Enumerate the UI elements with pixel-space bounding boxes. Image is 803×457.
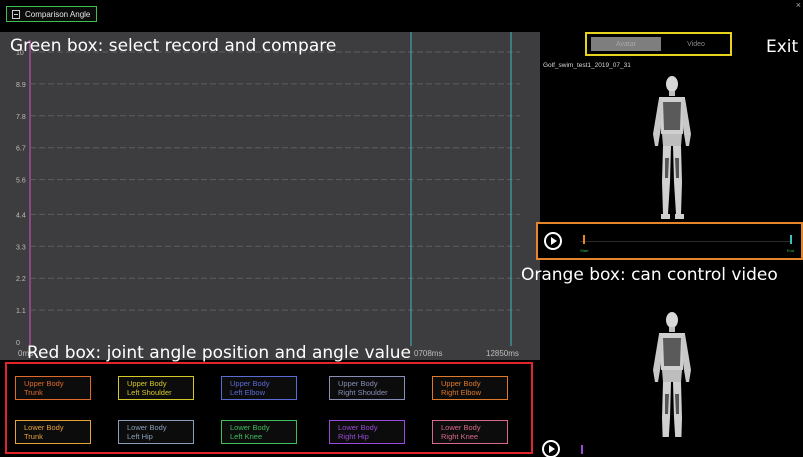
y-tick-label: 7.8 <box>16 114 26 121</box>
joint-part-label: Left Shoulder <box>127 387 172 397</box>
joint-part-label: Right Knee <box>441 431 479 441</box>
x-tick-label: 0708ms <box>414 349 442 358</box>
start-label: Start <box>580 248 589 253</box>
x-tick-label: 12850ms <box>486 349 519 358</box>
view-toggle: Avatar Video <box>585 32 732 56</box>
joint-selector: Upper Body Trunk Upper Body Left Shoulder Up… <box>5 362 533 454</box>
y-tick-label: 0 <box>16 340 20 347</box>
annotation-orange: Orange box: can control video <box>521 265 778 285</box>
joint-button[interactable]: Lower Body Right Knee <box>432 420 508 444</box>
video-tab[interactable]: Video <box>661 37 731 51</box>
window-title: Comparison Angle <box>25 9 91 19</box>
joint-button[interactable]: Lower Body Left Knee <box>221 420 297 444</box>
avatar-figure-top <box>647 74 697 224</box>
start-marker[interactable] <box>583 235 585 244</box>
window-tab[interactable]: Comparison Angle <box>6 6 98 22</box>
joint-part-label: Trunk <box>24 431 43 441</box>
joint-button[interactable]: Upper Body Left Shoulder <box>118 376 194 400</box>
play-icon-2[interactable] <box>542 440 560 457</box>
y-tick-label: 1.1 <box>16 308 26 315</box>
annotation-green: Green box: select record and compare <box>10 36 337 56</box>
end-marker[interactable] <box>790 235 792 244</box>
chart-plot: 108.97.86.75.64.43.32.21.100ms 0708ms 1285… <box>16 32 520 358</box>
timeline-track[interactable] <box>580 241 791 242</box>
joint-button[interactable]: Upper Body Trunk <box>15 376 91 400</box>
play-icon[interactable] <box>544 232 562 250</box>
joint-part-label: Left Elbow <box>230 387 266 397</box>
joint-button[interactable]: Lower Body Right Hip <box>329 420 405 444</box>
joint-part-label: Right Elbow <box>441 387 482 397</box>
y-tick-label: 5.6 <box>16 178 26 185</box>
joint-part-label: Trunk <box>24 387 43 397</box>
joint-button[interactable]: Upper Body Left Elbow <box>221 376 297 400</box>
title-bar: Comparison Angle × <box>0 0 803 32</box>
y-tick-label: 3.3 <box>16 244 26 251</box>
joint-button[interactable]: Upper Body Right Elbow <box>432 376 508 400</box>
annotation-exit: Exit <box>766 37 799 57</box>
joint-button[interactable]: Upper Body Right Shoulder <box>329 376 405 400</box>
y-tick-label: 8.9 <box>16 82 26 89</box>
y-tick-label: 2.2 <box>16 276 26 283</box>
y-tick-label: 6.7 <box>16 146 26 153</box>
avatar-figure-bottom <box>647 310 697 457</box>
video-control-bar: Start End <box>536 222 803 260</box>
record-name: Golf_swim_test1_2019_07_31 <box>543 62 631 69</box>
video-control-bar-2 <box>536 437 803 457</box>
end-label: End <box>787 248 795 253</box>
joint-button[interactable]: Lower Body Trunk <box>15 420 91 444</box>
joint-part-label: Left Hip <box>127 431 153 441</box>
joint-part-label: Right Hip <box>338 431 369 441</box>
start-marker-2[interactable] <box>581 445 583 454</box>
document-icon <box>12 9 20 19</box>
annotation-red: Red box: joint angle position and angle … <box>27 343 411 363</box>
y-tick-label: 4.4 <box>16 212 26 219</box>
avatar-tab[interactable]: Avatar <box>591 37 661 51</box>
joint-button[interactable]: Lower Body Left Hip <box>118 420 194 444</box>
angle-chart: 10 8.9 7.8 6.7 5.6 4.4 3.3 2.2 1.1 0 0ms 0708ms 1285… <box>0 32 540 360</box>
joint-part-label: Right Shoulder <box>338 387 388 397</box>
close-icon[interactable]: × <box>796 0 801 10</box>
joint-part-label: Left Knee <box>230 431 263 441</box>
